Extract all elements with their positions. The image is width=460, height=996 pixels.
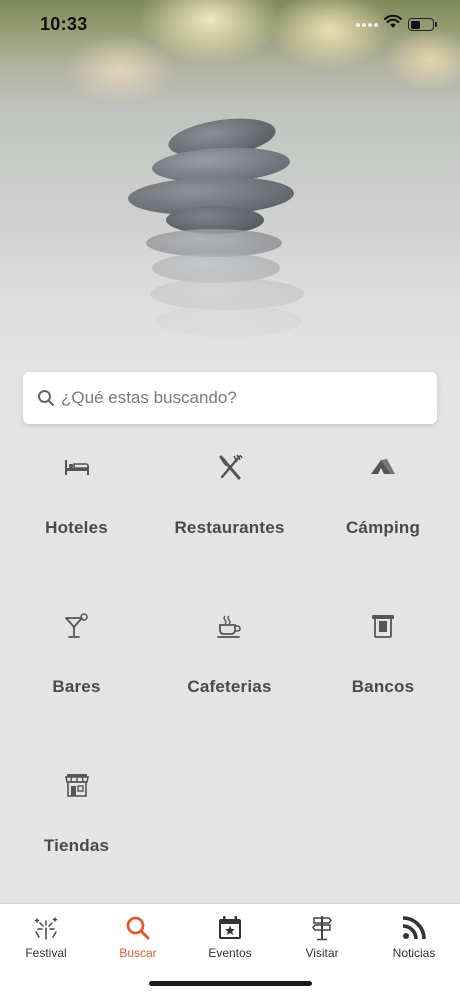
category-label: Cámping [345,518,421,537]
cocktail-icon [62,611,92,641]
cellular-signal-icon [356,22,378,27]
category-camping[interactable]: Cámping [306,440,460,599]
fireworks-icon [32,914,60,942]
wifi-icon [384,14,402,34]
category-label: Bancos [351,677,415,696]
tab-label: Buscar [119,946,157,960]
category-bancos[interactable]: Bancos [306,599,460,758]
signpost-icon [308,914,336,942]
status-time: 10:33 [40,14,88,34]
status-bar: 10:33 [0,0,460,50]
category-label: Bares [52,677,101,696]
tab-label: Eventos [208,946,252,960]
atm-icon [368,611,398,641]
fork-knife-icon [215,452,245,482]
category-restaurantes[interactable]: Restaurantes [153,440,306,599]
tab-label: Noticias [392,946,436,960]
category-label: Hoteles [45,518,108,537]
category-grid: Hoteles Restaurantes Cámping Bares Cafet… [0,440,460,917]
category-hoteles[interactable]: Hoteles [0,440,153,599]
category-label: Restaurantes [174,518,285,537]
tab-noticias[interactable]: Noticias [368,904,460,996]
battery-icon [408,18,437,31]
search-icon [124,914,152,942]
tab-label: Visitar [305,946,339,960]
category-label: Cafeterias [187,677,272,696]
hero-background-image [0,0,460,420]
home-indicator[interactable] [149,981,312,986]
coffee-cup-icon [215,611,245,641]
tent-icon [368,452,398,482]
search-bar[interactable] [23,372,437,424]
calendar-star-icon [216,914,244,942]
category-tiendas[interactable]: Tiendas [0,758,153,917]
rss-icon [400,914,428,942]
bed-icon [62,452,92,482]
category-bares[interactable]: Bares [0,599,153,758]
search-icon [37,389,55,407]
category-label: Tiendas [43,836,110,855]
tab-festival[interactable]: Festival [0,904,92,996]
search-input[interactable] [61,372,437,424]
category-cafeterias[interactable]: Cafeterias [153,599,306,758]
tab-label: Festival [25,946,67,960]
store-icon [62,770,92,800]
